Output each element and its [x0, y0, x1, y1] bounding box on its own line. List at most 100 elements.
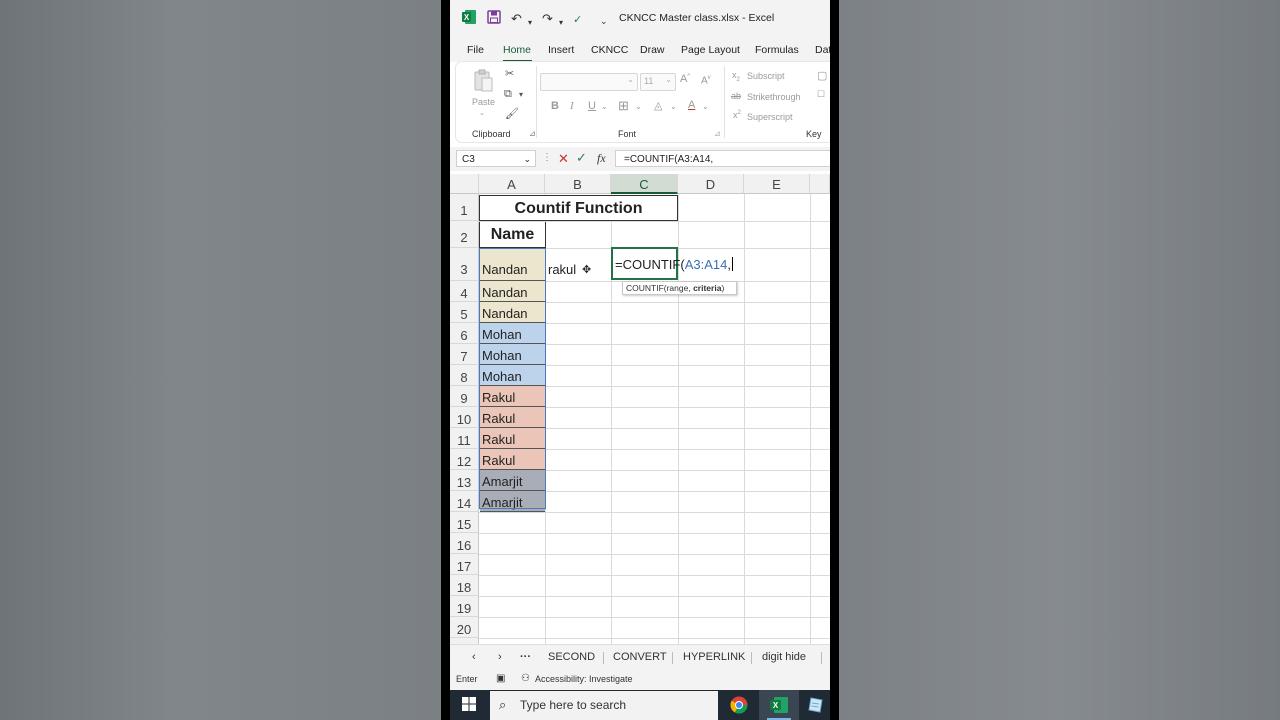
name-cell[interactable]: Rakul	[480, 386, 545, 407]
row-header[interactable]: 1	[450, 194, 479, 221]
scroll-left-icon[interactable]: ‹	[472, 651, 476, 663]
row-header[interactable]: 4	[450, 281, 479, 302]
row-header[interactable]: 7	[450, 344, 479, 365]
sheet-tab[interactable]: HYPERLINK	[683, 651, 745, 663]
row-header[interactable]: 17	[450, 554, 479, 575]
italic-icon[interactable]: I	[570, 100, 574, 112]
accessibility-icon[interactable]: ⚇	[521, 673, 530, 684]
notepad-icon[interactable]	[807, 696, 825, 719]
clipboard-launcher-icon[interactable]: ⊿	[529, 129, 536, 138]
row-header[interactable]: 11	[450, 428, 479, 449]
paste-label[interactable]: Paste	[472, 97, 495, 107]
name-cell[interactable]: Rakul	[480, 449, 545, 470]
redo-dropdown-icon[interactable]: ▾	[559, 14, 563, 32]
paste-dropdown-icon[interactable]: ⌄	[479, 109, 485, 117]
undo-icon[interactable]: ↶	[511, 10, 522, 28]
copy-dropdown-icon[interactable]: ▾	[519, 90, 523, 99]
bold-icon[interactable]: B	[551, 100, 559, 112]
save-icon[interactable]	[487, 10, 501, 29]
cut-icon[interactable]: ✂	[505, 67, 514, 80]
font-size-combo[interactable]: 11 ⌄	[640, 73, 676, 91]
tab-insert[interactable]: Insert	[548, 44, 574, 56]
row-header[interactable]: 14	[450, 491, 479, 512]
font-name-combo[interactable]: ⌄	[540, 73, 638, 91]
column-header-f[interactable]	[810, 174, 830, 194]
ribbon-overflow-icon-1[interactable]: ▢	[817, 69, 827, 82]
subscript-label[interactable]: Subscript	[747, 71, 785, 81]
font-color-dropdown-icon[interactable]: ⌄	[702, 102, 709, 111]
active-cell-c3[interactable]: =COUNTIF(A3:A14,	[611, 247, 733, 280]
sheet-tab[interactable]: SECOND	[548, 651, 595, 663]
tab-ckncc[interactable]: CKNCC	[591, 44, 628, 56]
formula-input[interactable]: =COUNTIF(A3:A14,	[615, 150, 830, 167]
row-header[interactable]: 8	[450, 365, 479, 386]
customize-toolbar-icon[interactable]: ⌄	[600, 12, 608, 30]
row-header[interactable]: 2	[450, 221, 479, 248]
name-cell[interactable]: Mohan	[480, 323, 545, 344]
redo-icon[interactable]: ↷	[542, 10, 553, 28]
name-box[interactable]: C3 ⌄	[456, 150, 536, 167]
column-header-b[interactable]: B	[545, 174, 611, 194]
cancel-entry-icon[interactable]: ✕	[558, 151, 569, 167]
tab-file[interactable]: File	[467, 44, 484, 56]
tab-page-layout[interactable]: Page Layout	[681, 44, 740, 56]
tab-draw[interactable]: Draw	[640, 44, 665, 56]
title-cell-a1[interactable]: Countif Function	[479, 195, 678, 221]
row-header[interactable]: 16	[450, 533, 479, 554]
superscript-icon[interactable]: x2	[733, 110, 741, 120]
row-header[interactable]: 15	[450, 512, 479, 533]
copy-icon[interactable]: ⧉	[504, 88, 512, 101]
header-cell-a2[interactable]: Name	[479, 222, 546, 248]
scroll-right-icon[interactable]: ›	[498, 651, 502, 663]
column-header-c[interactable]: C	[611, 174, 678, 194]
function-tooltip[interactable]: COUNTIF(range, criteria)	[622, 281, 737, 295]
name-cell[interactable]: Rakul	[480, 407, 545, 428]
fill-color-icon[interactable]: ◬	[654, 99, 662, 112]
row-header[interactable]: 5	[450, 302, 479, 323]
underline-dropdown-icon[interactable]: ⌄	[601, 102, 608, 111]
select-all-corner[interactable]	[450, 174, 479, 194]
strikethrough-label[interactable]: Strikethrough	[747, 92, 801, 102]
insert-function-icon[interactable]: fx	[597, 151, 606, 166]
worksheet-grid[interactable]: A B C D E 1 2 3 4 5 6 7 8 9 10 11 12 13 …	[450, 174, 830, 644]
font-launcher-icon[interactable]: ⊿	[714, 129, 721, 138]
paste-icon[interactable]	[473, 69, 493, 96]
row-header[interactable]: 12	[450, 449, 479, 470]
row-header[interactable]: 13	[450, 470, 479, 491]
name-cell[interactable]: Nandan	[480, 248, 545, 281]
column-header-d[interactable]: D	[678, 174, 744, 194]
confirm-entry-icon[interactable]: ✓	[576, 150, 587, 166]
subscript-icon[interactable]: x2	[732, 70, 740, 83]
row-header[interactable]: 18	[450, 575, 479, 596]
name-cell[interactable]: Rakul	[480, 428, 545, 449]
font-size-dropdown-icon[interactable]: ⌄	[665, 75, 672, 84]
borders-dropdown-icon[interactable]: ⌄	[635, 102, 642, 111]
decrease-font-icon[interactable]: Av	[701, 75, 711, 86]
borders-icon[interactable]: ⊞	[618, 98, 629, 114]
more-sheets-icon[interactable]: ···	[520, 651, 531, 663]
row-header[interactable]: 6	[450, 323, 479, 344]
taskbar-search-box[interactable]: ⌕ Type here to search	[490, 691, 718, 720]
name-cell[interactable]: Amarjit	[480, 470, 545, 491]
row-header[interactable]: 3	[450, 248, 479, 281]
row-header[interactable]: 20	[450, 617, 479, 638]
tab-data[interactable]: Dat	[815, 44, 830, 56]
name-cell[interactable]: Mohan	[480, 365, 545, 386]
font-name-dropdown-icon[interactable]: ⌄	[627, 75, 634, 84]
spelling-check-icon[interactable]: ✓	[573, 11, 582, 29]
format-painter-icon[interactable]: 🖌	[505, 107, 519, 120]
cell-c3-editor[interactable]: =COUNTIF(A3:A14,	[615, 257, 733, 273]
macro-record-icon[interactable]: ▣	[496, 673, 505, 684]
windows-start-icon[interactable]	[462, 697, 476, 716]
accessibility-status[interactable]: Accessibility: Investigate	[535, 674, 633, 684]
strikethrough-icon[interactable]: ab	[731, 91, 741, 101]
increase-font-icon[interactable]: A^	[680, 73, 690, 85]
underline-icon[interactable]: U	[588, 100, 596, 112]
column-header-a[interactable]: A	[479, 174, 545, 194]
name-cell[interactable]: Nandan	[480, 281, 545, 302]
row-header[interactable]: 9	[450, 386, 479, 407]
font-color-icon[interactable]: A	[688, 99, 695, 111]
name-box-dropdown-icon[interactable]: ⌄	[523, 151, 531, 168]
chrome-icon[interactable]	[730, 696, 748, 719]
name-cell[interactable]: Mohan	[480, 344, 545, 365]
